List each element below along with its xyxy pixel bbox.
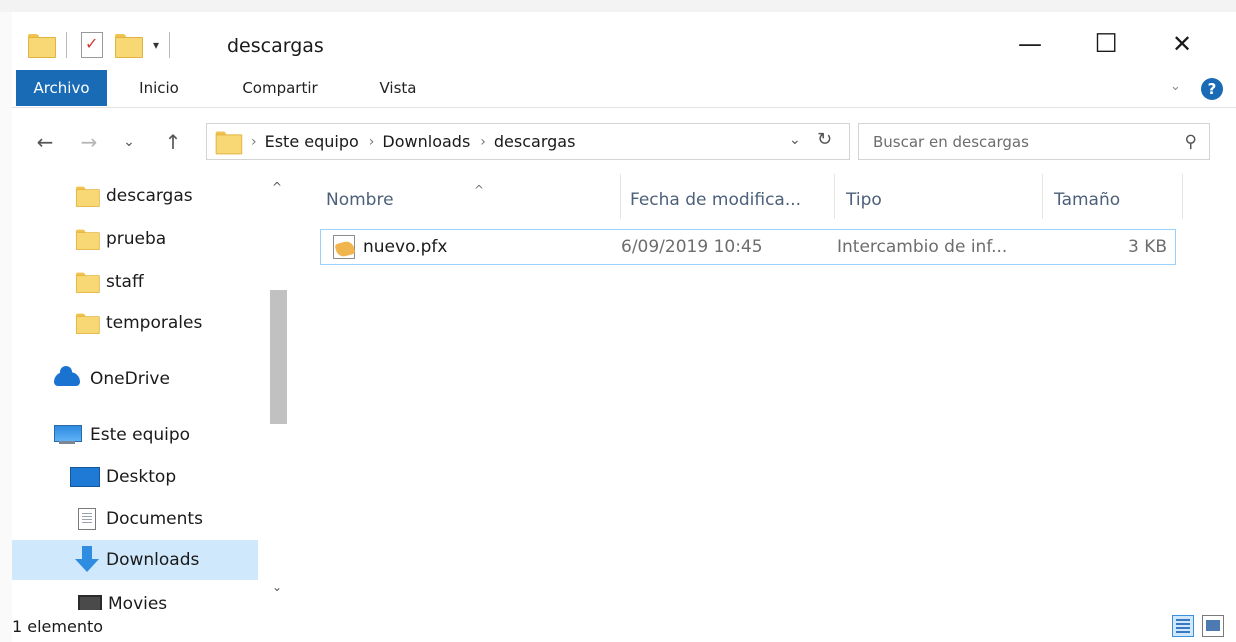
file-row[interactable]: nuevo.pfx 6/09/2019 10:45 Intercambio de… <box>320 229 1176 265</box>
title-bar: ▾ descargas — ☐ ✕ <box>12 12 1236 76</box>
search-box[interactable]: ⚲ <box>858 123 1210 160</box>
sidebar-item-label: Downloads <box>106 550 200 570</box>
divider <box>169 32 171 58</box>
properties-icon[interactable] <box>81 32 103 58</box>
downloads-icon <box>74 546 100 574</box>
column-header-label: Nombre <box>326 190 394 210</box>
sidebar-item-este-equipo[interactable]: Este equipo <box>12 415 258 455</box>
search-icon[interactable]: ⚲ <box>1185 132 1197 152</box>
item-count: 1 elemento <box>12 617 104 636</box>
tab-inicio[interactable]: Inicio <box>124 70 194 106</box>
folder-icon <box>75 272 100 294</box>
sidebar-item-label: temporales <box>106 313 203 333</box>
sidebar-item-label: Desktop <box>106 467 177 487</box>
window-title: descargas <box>227 35 324 57</box>
address-row: ← → ⌄ ↑ › Este equipo › Downloads › desc… <box>12 117 1236 167</box>
onedrive-cloud-icon <box>54 366 80 386</box>
sidebar-item-label: descargas <box>106 186 193 206</box>
expand-ribbon-chevron-icon[interactable]: ⌄ <box>1170 79 1181 94</box>
sidebar-item-movies[interactable]: Movies <box>12 584 258 610</box>
sidebar-item-prueba[interactable]: prueba <box>12 219 258 259</box>
file-explorer-window: ▾ descargas — ☐ ✕ Archivo Inicio Compart… <box>0 0 1236 642</box>
file-type: Intercambio de inf... <box>837 237 1008 257</box>
sidebar-item-onedrive[interactable]: OneDrive <box>12 359 258 399</box>
folder-icon <box>75 229 100 251</box>
folder-icon <box>75 186 100 208</box>
address-bar[interactable]: › Este equipo › Downloads › descargas ⌄ … <box>206 123 850 160</box>
navigation-scrollbar[interactable]: ^ ⌄ <box>270 170 288 610</box>
scrollbar-thumb[interactable] <box>270 290 287 424</box>
refresh-icon[interactable]: ↻ <box>817 129 832 150</box>
breadcrumb-separator: › <box>368 133 375 150</box>
sidebar-item-staff[interactable]: staff <box>12 262 258 302</box>
ribbon-tabs: Archivo Inicio Compartir Vista ⌄ ? <box>12 70 1236 108</box>
minimize-button[interactable]: — <box>994 24 1066 64</box>
forward-button[interactable]: → <box>72 126 106 158</box>
file-list: Nombre ^ Fecha de modifica... Tipo Tamañ… <box>310 170 1210 610</box>
file-size: 3 KB <box>1127 237 1167 257</box>
sidebar-item-downloads[interactable]: Downloads <box>12 540 258 580</box>
folder-icon <box>215 131 243 154</box>
column-divider[interactable] <box>1182 174 1183 219</box>
tab-archivo[interactable]: Archivo <box>16 70 107 106</box>
back-button[interactable]: ← <box>28 126 62 158</box>
sidebar-item-documents[interactable]: Documents <box>12 499 258 539</box>
status-bar: 1 elemento <box>12 612 1236 642</box>
breadcrumb-descargas[interactable]: descargas <box>494 132 576 151</box>
breadcrumb-downloads[interactable]: Downloads <box>382 132 470 151</box>
navigation-pane: descargas prueba staff temporales OneDri… <box>12 170 288 610</box>
sidebar-item-temporales[interactable]: temporales <box>12 303 258 343</box>
column-header-tamano[interactable]: Tamaño <box>1054 185 1164 215</box>
new-folder-icon[interactable] <box>115 34 143 58</box>
window-left-edge <box>0 12 12 642</box>
details-view-icon[interactable] <box>1172 615 1194 637</box>
sort-ascending-icon: ^ <box>474 183 485 197</box>
documents-icon <box>78 508 96 530</box>
column-divider[interactable] <box>620 174 621 219</box>
file-date: 6/09/2019 10:45 <box>621 237 763 257</box>
divider <box>66 32 67 58</box>
sidebar-item-descargas[interactable]: descargas <box>12 176 258 216</box>
sidebar-item-label: Documents <box>106 509 203 529</box>
column-header-fecha[interactable]: Fecha de modifica... <box>630 185 830 215</box>
maximize-button[interactable]: ☐ <box>1070 24 1142 64</box>
window-top-shade <box>0 0 1236 12</box>
folder-icon <box>75 313 100 335</box>
sidebar-item-label: Este equipo <box>90 425 191 445</box>
large-icons-view-icon[interactable] <box>1202 615 1224 637</box>
help-icon[interactable]: ? <box>1201 78 1223 100</box>
movies-icon <box>78 595 102 610</box>
column-divider[interactable] <box>1042 174 1043 219</box>
folder-icon <box>28 34 56 58</box>
sidebar-item-desktop[interactable]: Desktop <box>12 457 258 497</box>
column-divider[interactable] <box>834 174 835 219</box>
scroll-up-arrow-icon[interactable]: ^ <box>272 180 282 194</box>
breadcrumb-este-equipo[interactable]: Este equipo <box>265 132 359 151</box>
this-pc-icon <box>54 425 82 445</box>
scroll-down-arrow-icon[interactable]: ⌄ <box>272 580 282 594</box>
tab-vista[interactable]: Vista <box>370 70 426 106</box>
quick-access-toolbar: ▾ <box>28 29 171 61</box>
up-button[interactable]: ↑ <box>156 126 190 158</box>
column-header-tipo[interactable]: Tipo <box>846 185 1036 215</box>
tab-compartir[interactable]: Compartir <box>228 70 332 106</box>
close-button[interactable]: ✕ <box>1146 24 1218 64</box>
certificate-file-icon <box>333 235 355 259</box>
sidebar-item-label: OneDrive <box>90 369 170 389</box>
column-header-nombre[interactable]: Nombre ^ <box>326 183 616 215</box>
breadcrumb-separator: › <box>251 133 257 150</box>
sidebar-item-label: Movies <box>108 594 168 610</box>
recent-locations-chevron-icon[interactable]: ⌄ <box>118 126 140 158</box>
customize-toolbar-chevron-icon[interactable]: ▾ <box>153 38 159 52</box>
sidebar-item-label: prueba <box>106 229 167 249</box>
address-history-chevron-icon[interactable]: ⌄ <box>789 132 801 148</box>
breadcrumb-separator: › <box>480 133 486 150</box>
file-name: nuevo.pfx <box>363 237 448 257</box>
sidebar-item-label: staff <box>106 272 144 292</box>
desktop-icon <box>70 467 100 487</box>
search-input[interactable] <box>873 132 1173 151</box>
ribbon-divider <box>12 107 1236 108</box>
